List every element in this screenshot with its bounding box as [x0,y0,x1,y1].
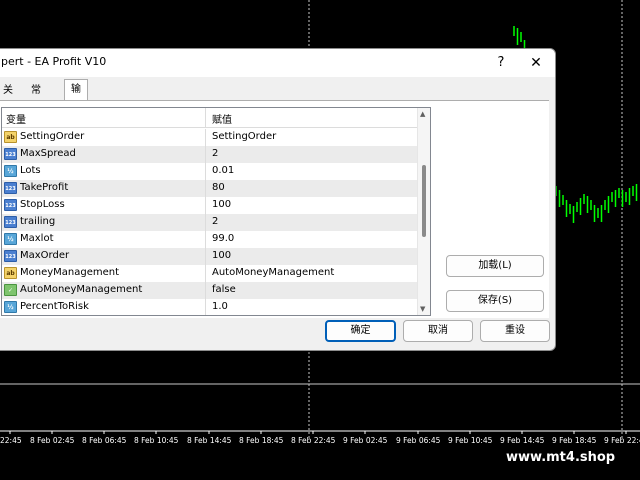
time-axis-label: 8 Feb 18:45 [239,436,284,445]
parameter-value[interactable]: 2 [212,216,218,227]
table-row[interactable]: 123 MaxSpread 2 [2,146,418,163]
cell-divider [205,248,206,265]
parameter-value[interactable]: AutoMoneyManagement [212,267,334,278]
double-icon: ½ [4,165,17,177]
table-header: 变量 赋值 [2,108,418,128]
time-axis-label: 8 Feb 22:45 [291,436,336,445]
table-row[interactable]: 123 trailing 2 [2,214,418,231]
double-icon: ½ [4,233,17,245]
integer-icon: 123 [4,250,17,262]
scroll-down-icon[interactable]: ▼ [420,305,425,313]
string-icon: ab [4,131,17,143]
parameter-name: PercentToRisk [20,301,89,312]
table-row[interactable]: ✓ AutoMoneyManagement false [2,282,418,299]
integer-icon: 123 [4,182,17,194]
column-header-value[interactable]: 赋值 [212,111,232,126]
time-axis-label: 8 Feb 14:45 [187,436,232,445]
parameter-value[interactable]: false [212,284,236,295]
time-axis-label: 9 Feb 10:45 [448,436,493,445]
parameter-value[interactable]: 1.0 [212,301,228,312]
column-header-variable[interactable]: 变量 [6,111,26,126]
reset-button[interactable]: 重设 [480,320,550,342]
parameter-name: trailing [20,216,56,227]
parameter-value[interactable]: 0.01 [212,165,234,176]
parameter-value[interactable]: 80 [212,182,225,193]
parameter-name: MaxSpread [20,148,76,159]
parameter-value[interactable]: 100 [212,199,231,210]
ea-properties-dialog: pert - EA Profit V10 ? ✕ 关于 常用 输入参数 变量 赋… [0,48,556,351]
parameter-name: Maxlot [20,233,54,244]
time-axis-label: 8 Feb 10:45 [134,436,179,445]
table-row[interactable]: 123 MaxOrder 100 [2,248,418,265]
table-row[interactable]: ½ Lots 0.01 [2,163,418,180]
bool-icon: ✓ [4,284,17,296]
time-axis-label: 22:45 [0,436,22,445]
time-axis-label: 8 Feb 06:45 [82,436,127,445]
integer-icon: 123 [4,216,17,228]
parameter-name: MaxOrder [20,250,70,261]
double-icon: ½ [4,301,17,313]
cell-divider [205,197,206,214]
time-axis-label: 9 Feb 02:45 [343,436,388,445]
table-row[interactable]: ½ PercentToRisk 1.0 [2,299,418,315]
cell-divider [205,214,206,231]
tab-common[interactable]: 常用 [25,83,47,112]
dialog-titlebar[interactable]: pert - EA Profit V10 ? ✕ [0,49,555,77]
tab-inputs[interactable]: 输入参数 [64,79,88,155]
parameter-value[interactable]: 2 [212,148,218,159]
integer-icon: 123 [4,148,17,160]
cell-divider [205,180,206,197]
parameter-name: TakeProfit [20,182,69,193]
integer-icon: 123 [4,199,17,211]
ok-button[interactable]: 确定 [325,320,396,342]
cell-divider [205,129,206,146]
cell-divider [205,146,206,163]
parameter-value[interactable]: 99.0 [212,233,234,244]
string-icon: ab [4,267,17,279]
dialog-title: pert - EA Profit V10 [1,55,107,68]
table-row[interactable]: 123 StopLoss 100 [2,197,418,214]
watermark: www.mt4.shop [496,444,640,472]
parameter-name: SettingOrder [20,131,85,142]
time-axis: 22:45 8 Feb 02:45 8 Feb 06:45 8 Feb 10:45 8 … [0,431,640,445]
table-row[interactable]: ab SettingOrder SettingOrder [2,129,418,146]
cancel-button[interactable]: 取消 [403,320,473,342]
table-row[interactable]: ½ Maxlot 99.0 [2,231,418,248]
table-row[interactable]: 123 TakeProfit 80 [2,180,418,197]
time-axis-label: 8 Feb 02:45 [30,436,75,445]
parameter-name: AutoMoneyManagement [20,284,143,295]
help-button[interactable]: ? [491,53,511,73]
cell-divider [205,265,206,282]
inputs-table: 变量 赋值 ab SettingOrder SettingOrder 123 MaxSp… [1,107,431,316]
scroll-thumb[interactable] [422,165,426,237]
vertical-scrollbar[interactable]: ▲ ▼ [417,108,430,315]
tab-about[interactable]: 关于 [0,83,19,112]
column-divider[interactable] [205,108,206,128]
scroll-up-icon[interactable]: ▲ [420,110,425,118]
parameter-name: Lots [20,165,41,176]
parameter-name: MoneyManagement [20,267,120,278]
parameter-value[interactable]: SettingOrder [212,131,276,142]
cell-divider [205,282,206,299]
parameter-value[interactable]: 100 [212,250,231,261]
cell-divider [205,299,206,315]
time-axis-label: 9 Feb 06:45 [396,436,441,445]
cell-divider [205,163,206,180]
close-icon[interactable]: ✕ [526,53,546,73]
load-button[interactable]: 加载(L) [446,255,544,277]
parameter-name: StopLoss [20,199,65,210]
table-row[interactable]: ab MoneyManagement AutoMoneyManagement [2,265,418,282]
cell-divider [205,231,206,248]
save-button[interactable]: 保存(S) [446,290,544,312]
